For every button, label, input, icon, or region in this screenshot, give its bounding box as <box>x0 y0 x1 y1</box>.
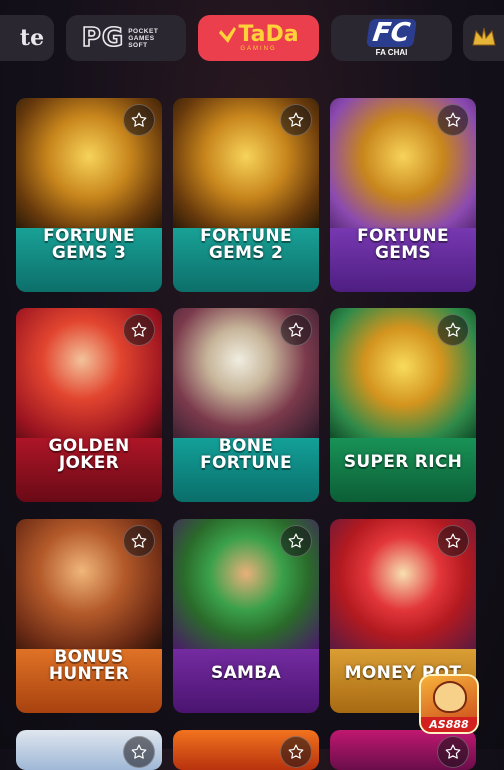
game-title: BONE FORTUNE <box>200 436 292 473</box>
star-outline-icon <box>288 112 304 127</box>
game-title: SAMBA <box>211 663 281 683</box>
provider-logo-text: te <box>19 25 45 51</box>
mascot-icon <box>433 681 467 713</box>
tada-sublabel: GAMING <box>240 46 277 52</box>
star-outline-icon <box>445 322 461 337</box>
favorite-button[interactable] <box>123 104 155 136</box>
star-outline-icon <box>131 533 147 548</box>
provider-chip-tada[interactable]: TaDa GAMING <box>198 15 319 61</box>
game-card[interactable]: GOLDEN JOKER <box>16 308 162 502</box>
favorite-button[interactable] <box>280 525 312 557</box>
favorite-button[interactable] <box>437 104 469 136</box>
game-card-partial[interactable] <box>16 730 162 770</box>
as888-floating-badge[interactable]: AS888 <box>419 674 479 734</box>
pg-soft-sublabel: POCKET GAMES SOFT <box>128 27 159 49</box>
game-title: FORTUNE GEMS 2 <box>200 226 292 263</box>
star-outline-icon <box>131 112 147 127</box>
game-card[interactable]: FORTUNE GEMS <box>330 98 476 292</box>
provider-chip-pg-soft[interactable]: PG POCKET GAMES SOFT <box>66 15 186 61</box>
game-card[interactable]: SAMBA <box>173 519 319 713</box>
game-title: FORTUNE GEMS 3 <box>43 226 135 263</box>
game-title: FORTUNE GEMS <box>357 226 449 263</box>
fa-chai-sublabel: FA CHAI <box>375 48 408 57</box>
star-outline-icon <box>445 533 461 548</box>
provider-carousel[interactable]: te PG POCKET GAMES SOFT TaDa GAMING FC F… <box>0 15 504 61</box>
favorite-button[interactable] <box>123 736 155 768</box>
provider-chip-fa-chai[interactable]: FC FA CHAI <box>331 15 452 61</box>
favorite-button[interactable] <box>280 736 312 768</box>
game-card[interactable]: BONUS HUNTER <box>16 519 162 713</box>
favorite-button[interactable] <box>437 736 469 768</box>
tada-hand-icon <box>219 27 237 43</box>
game-card-partial[interactable] <box>330 730 476 770</box>
star-outline-icon <box>288 322 304 337</box>
game-title: SUPER RICH <box>343 452 463 472</box>
favorite-button[interactable] <box>280 314 312 346</box>
game-title: BONUS HUNTER <box>48 647 130 684</box>
tada-logo: TaDa <box>238 22 299 47</box>
favorite-button[interactable] <box>123 314 155 346</box>
provider-logo-icon <box>472 27 496 46</box>
star-outline-icon <box>288 744 304 759</box>
pg-soft-logo: PG <box>81 22 125 54</box>
fa-chai-logo: FC <box>366 18 417 48</box>
star-outline-icon <box>445 744 461 759</box>
star-outline-icon <box>131 322 147 337</box>
game-title: GOLDEN JOKER <box>48 436 130 473</box>
star-outline-icon <box>445 112 461 127</box>
favorite-button[interactable] <box>437 525 469 557</box>
game-card[interactable]: BONE FORTUNE <box>173 308 319 502</box>
badge-label: AS888 <box>421 717 477 732</box>
game-card[interactable]: FORTUNE GEMS 3 <box>16 98 162 292</box>
favorite-button[interactable] <box>437 314 469 346</box>
game-card-partial[interactable] <box>173 730 319 770</box>
favorite-button[interactable] <box>280 104 312 136</box>
star-outline-icon <box>131 744 147 759</box>
game-card[interactable]: FORTUNE GEMS 2 <box>173 98 319 292</box>
game-card[interactable]: SUPER RICH <box>330 308 476 502</box>
provider-chip-partial[interactable] <box>463 15 504 61</box>
provider-chip[interactable]: te <box>0 15 54 61</box>
star-outline-icon <box>288 533 304 548</box>
favorite-button[interactable] <box>123 525 155 557</box>
